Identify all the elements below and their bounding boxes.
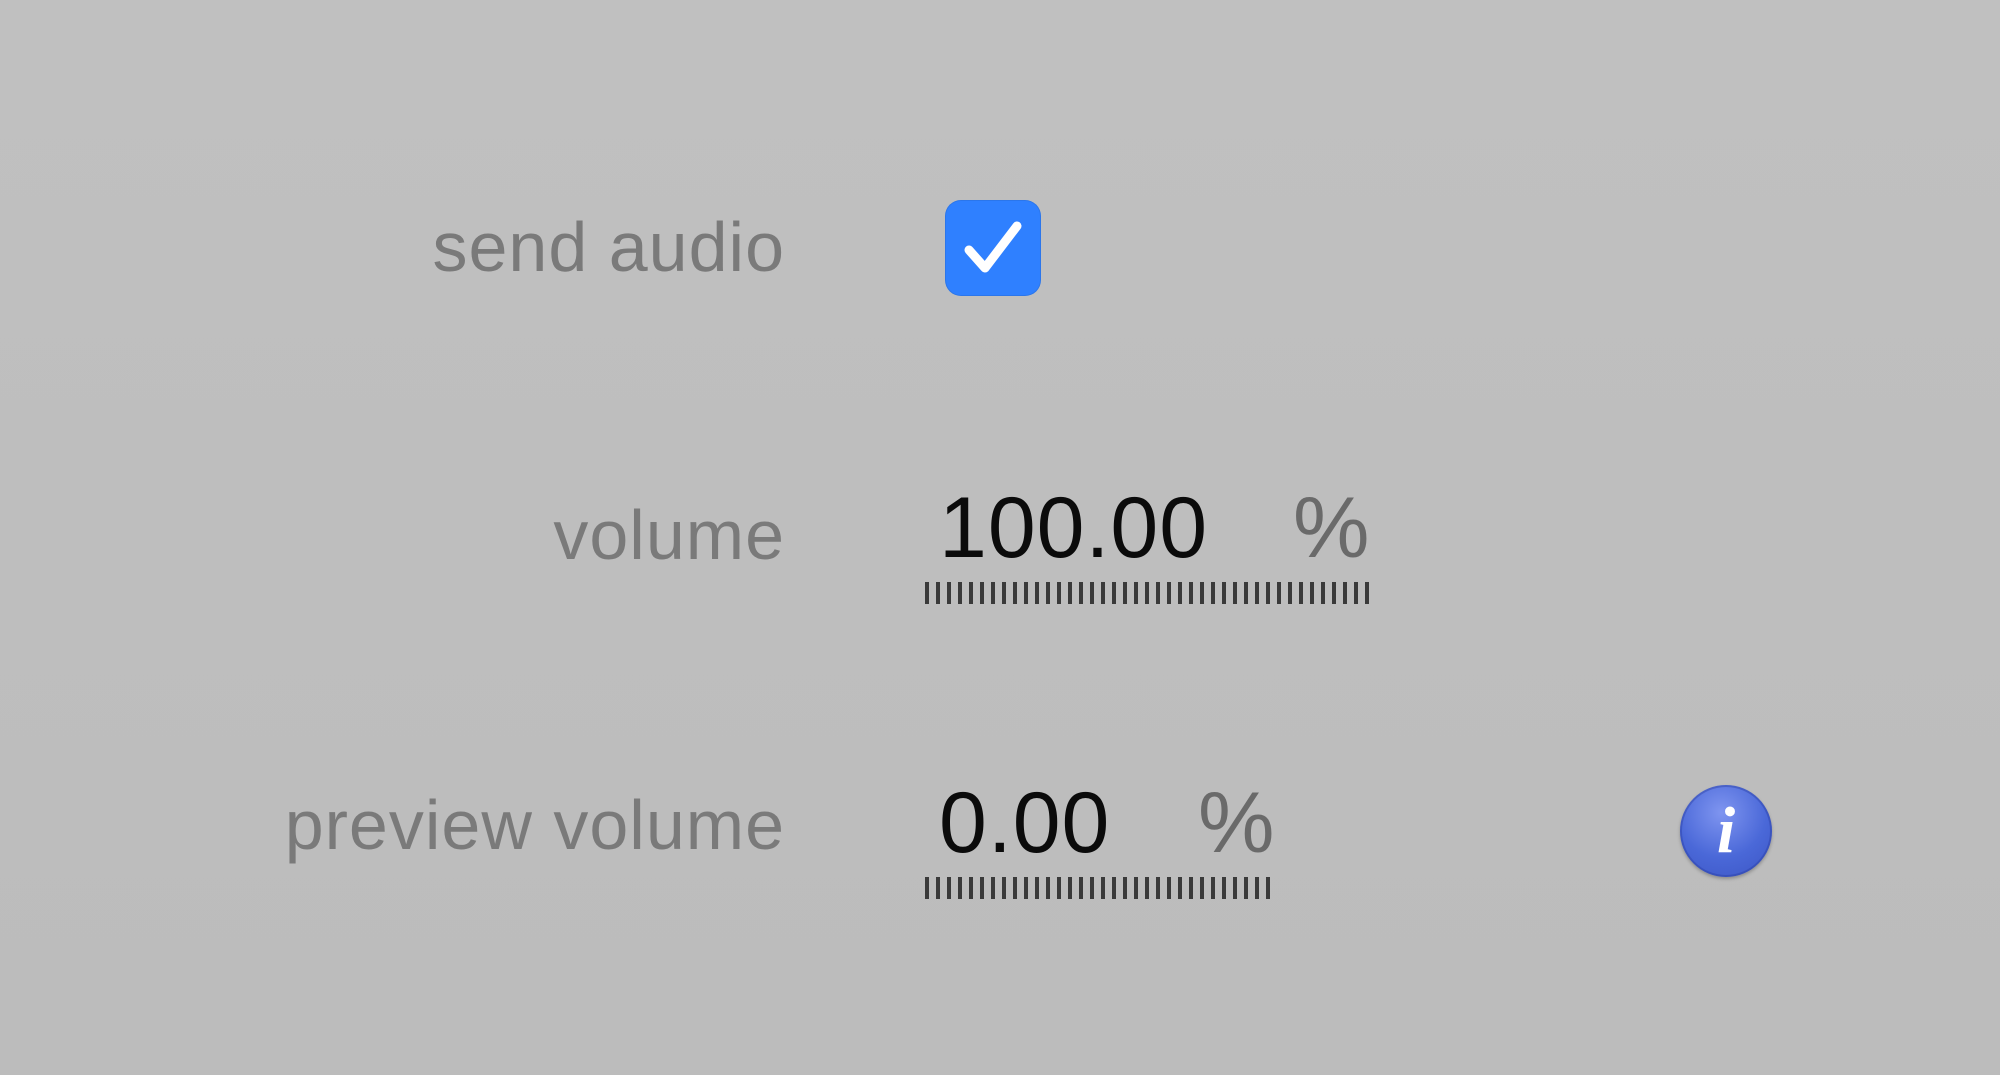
volume-value[interactable]: 100.00 (939, 485, 1208, 571)
send-audio-checkbox[interactable] (945, 200, 1041, 296)
volume-unit: % (1293, 480, 1370, 576)
preview-volume-label: preview volume (284, 786, 785, 864)
info-icon: i (1716, 794, 1736, 867)
volume-drag-ruler[interactable] (925, 582, 1371, 604)
send-audio-label: send audio (432, 208, 785, 286)
preview-volume-unit: % (1198, 775, 1275, 871)
preview-volume-drag-ruler[interactable] (925, 877, 1275, 899)
preview-volume-value[interactable]: 0.00 (939, 780, 1110, 866)
preview-volume-number-field[interactable]: 0.00 % (925, 780, 1280, 900)
info-button[interactable]: i (1680, 785, 1772, 877)
volume-number-field[interactable]: 100.00 % (925, 485, 1375, 605)
audio-settings-panel: send audio volume 100.00 % preview volum… (0, 0, 2000, 1075)
volume-label: volume (553, 496, 785, 574)
checkmark-icon (964, 221, 1022, 273)
